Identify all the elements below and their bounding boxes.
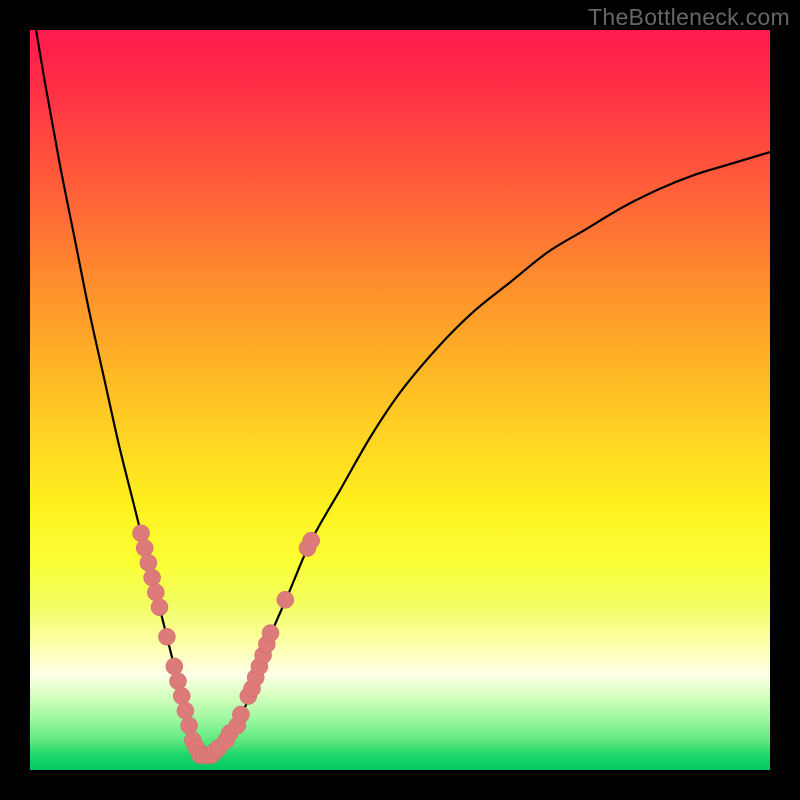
- data-marker: [136, 540, 153, 557]
- data-marker: [170, 673, 187, 690]
- data-marker: [277, 591, 294, 608]
- curve-markers: [133, 525, 320, 764]
- data-marker: [140, 554, 157, 571]
- data-marker: [262, 625, 279, 642]
- data-marker: [158, 628, 175, 645]
- data-marker: [144, 569, 161, 586]
- data-marker: [151, 599, 168, 616]
- plot-area: [30, 30, 770, 770]
- data-marker: [133, 525, 150, 542]
- curve-line: [30, 30, 770, 757]
- watermark-text: TheBottleneck.com: [588, 4, 790, 31]
- data-marker: [232, 706, 249, 723]
- data-marker: [177, 702, 194, 719]
- data-marker: [303, 532, 320, 549]
- chart-frame: TheBottleneck.com: [0, 0, 800, 800]
- chart-svg: [30, 30, 770, 770]
- data-marker: [181, 717, 198, 734]
- data-marker: [147, 584, 164, 601]
- data-marker: [173, 688, 190, 705]
- data-marker: [166, 658, 183, 675]
